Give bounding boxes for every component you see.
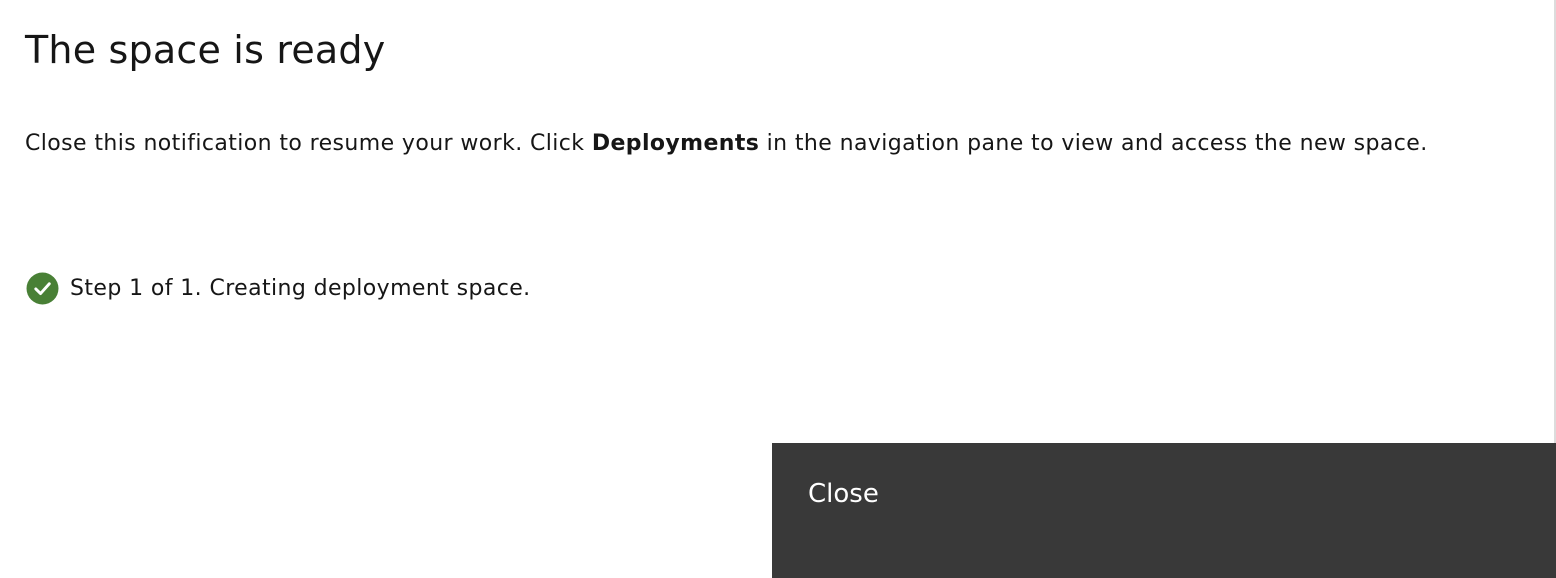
message-text-before: Close this notification to resume your w… [25, 131, 592, 156]
close-button[interactable]: Close [772, 443, 1556, 578]
close-button-label: Close [808, 479, 879, 509]
deployment-space-ready-dialog: The space is ready Close this notificati… [0, 0, 1556, 578]
dialog-title: The space is ready [25, 28, 386, 72]
message-deployments-emphasis: Deployments [591, 131, 760, 156]
message-text-after: in the navigation pane to view and acces… [759, 131, 1428, 156]
progress-step-text: Step 1 of 1. Creating deployment space. [70, 275, 531, 301]
progress-step: Step 1 of 1. Creating deployment space. [26, 270, 531, 306]
checkmark-filled-icon [26, 272, 59, 305]
dialog-message: Close this notification to resume your w… [25, 117, 1505, 171]
